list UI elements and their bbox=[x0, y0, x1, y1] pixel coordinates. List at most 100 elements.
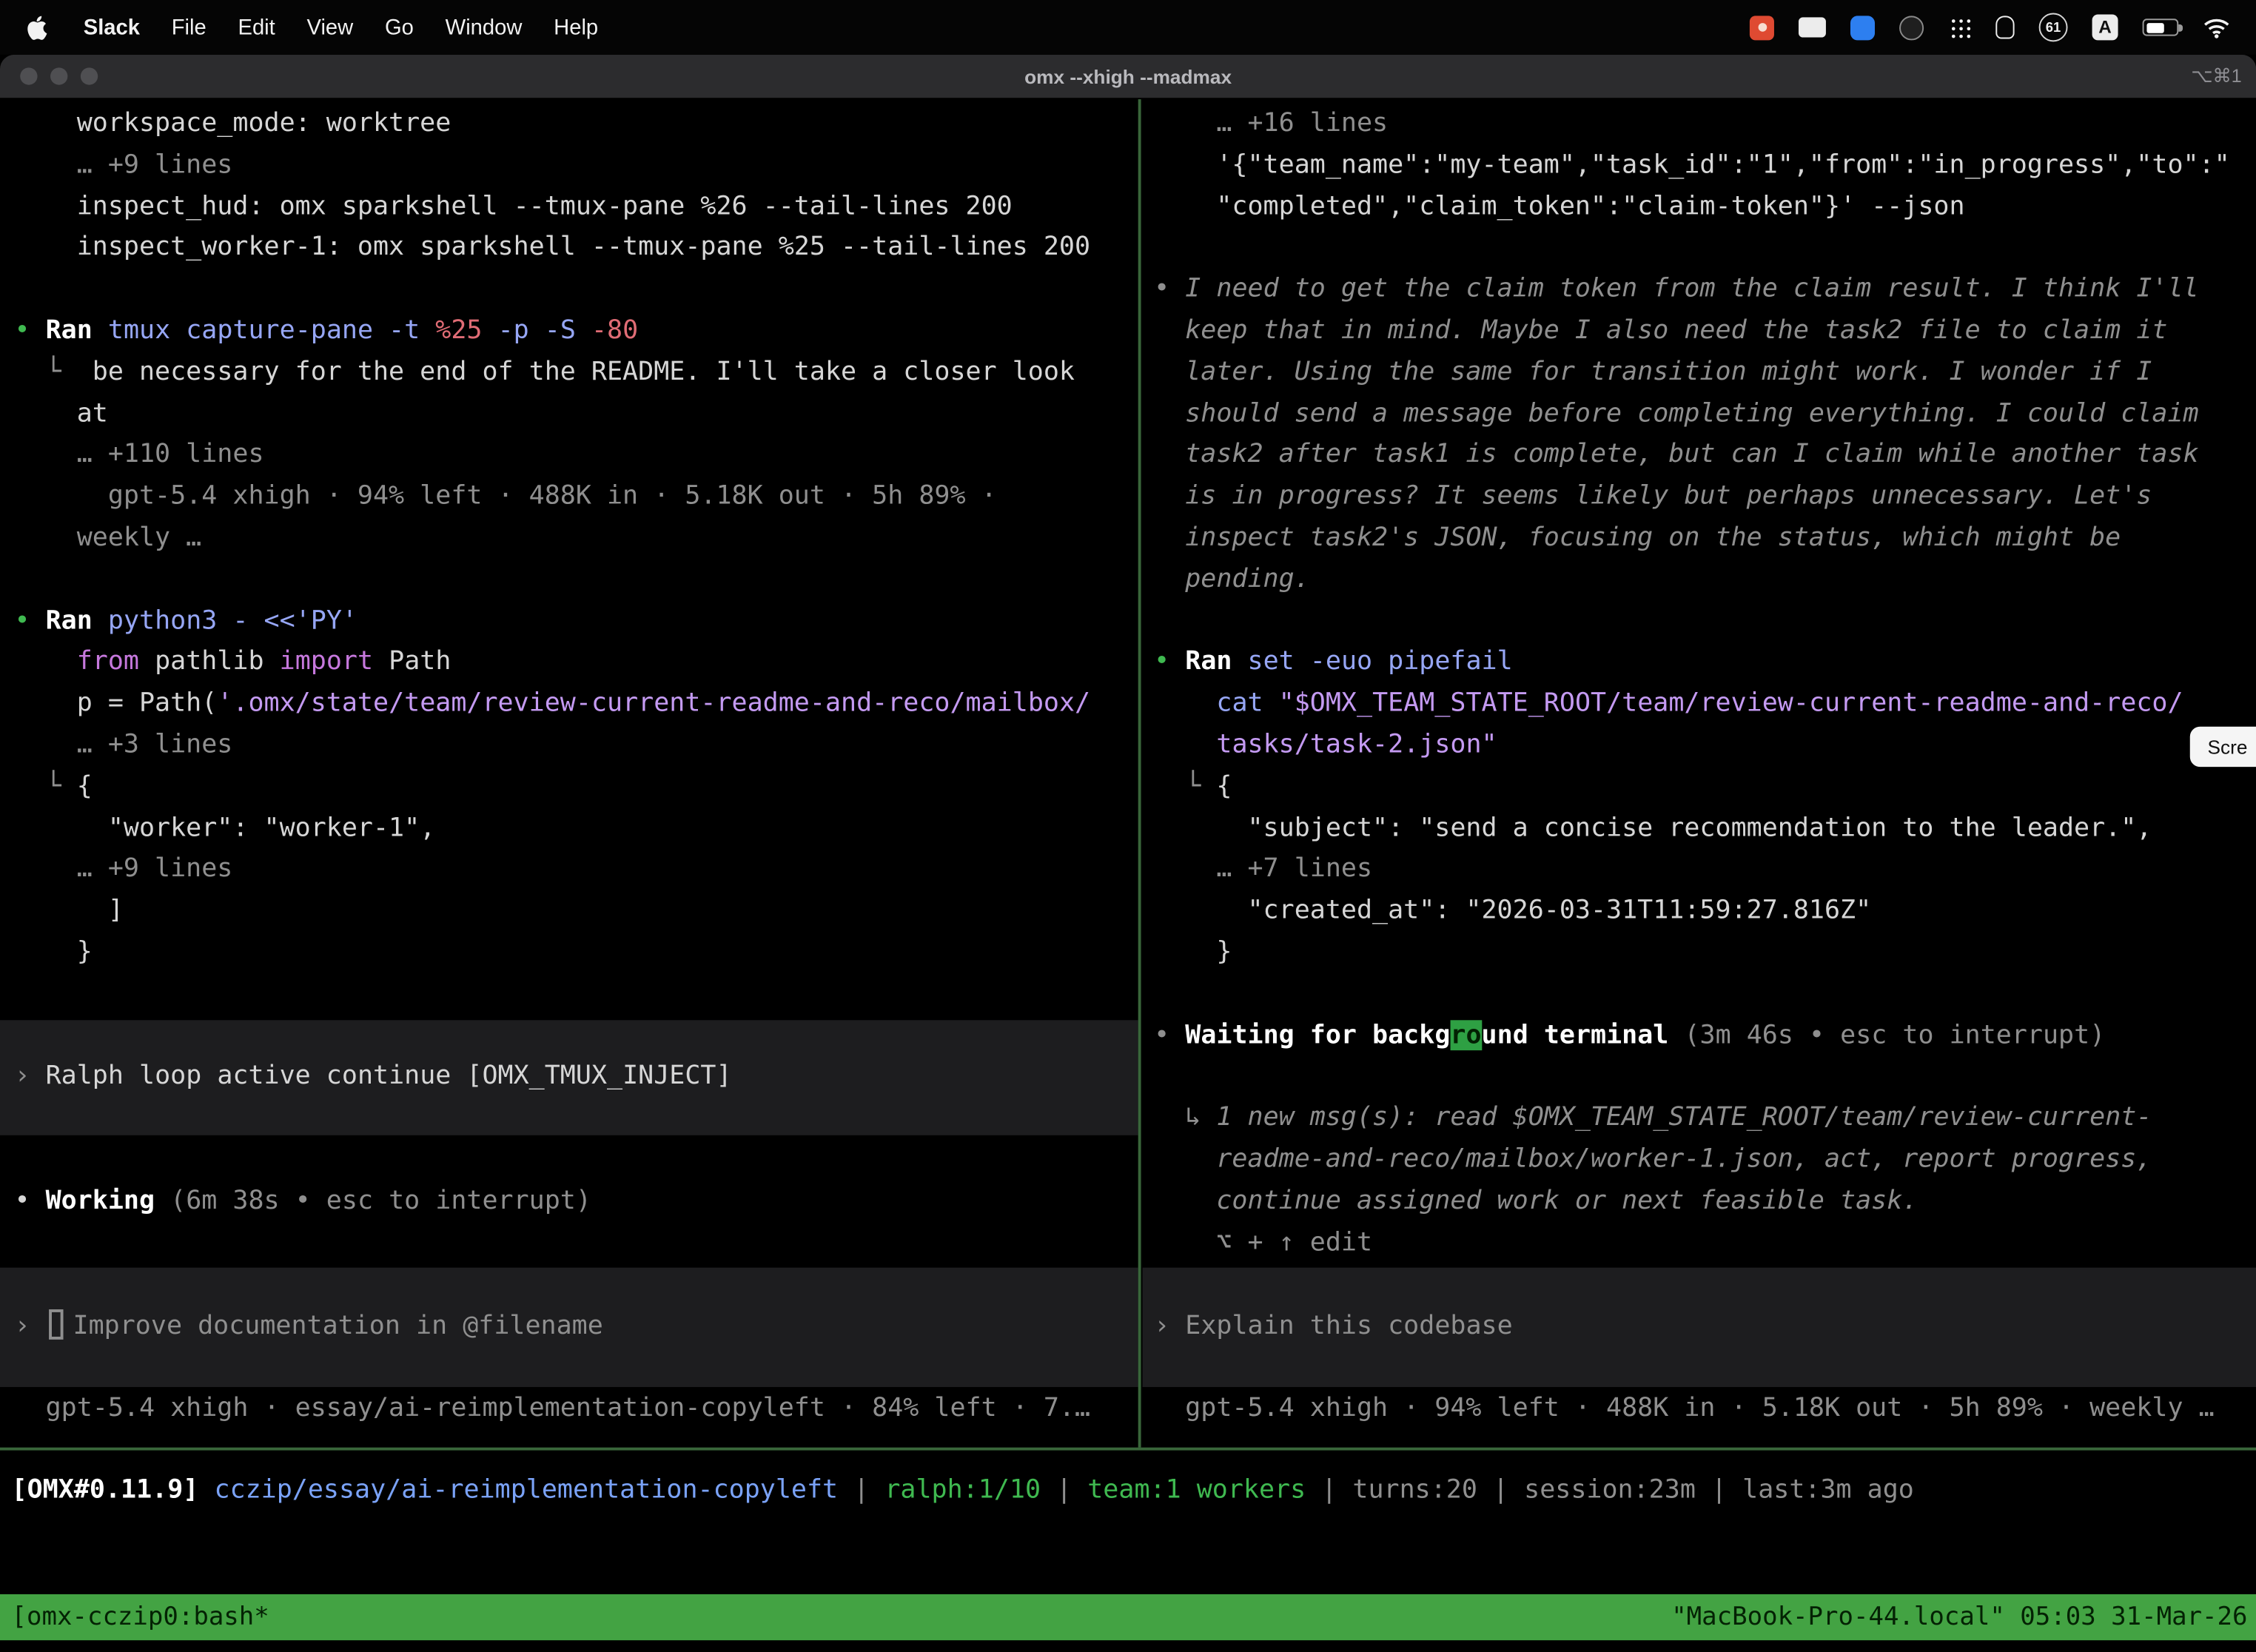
text-segment: › bbox=[1154, 1311, 1185, 1341]
left-model-footer: gpt-5.4 xhigh · essay/ai-reimplementatio… bbox=[0, 1389, 1138, 1430]
zoom-button[interactable] bbox=[81, 67, 98, 84]
terminal-line: "subject": "send a concise recommendatio… bbox=[1154, 808, 2256, 850]
terminal-line: should send a message before completing … bbox=[1154, 394, 2256, 435]
tmux-status-bar: [omx-cczip0:bash* "MacBook-Pro-44.local"… bbox=[0, 1594, 2256, 1640]
menu-item-file[interactable]: File bbox=[155, 15, 222, 39]
terminal-line: • Ran python3 - <<'PY' bbox=[14, 601, 1138, 642]
text-segment: be necessary for the end of the README. … bbox=[93, 357, 1075, 387]
terminal-line bbox=[1154, 1057, 2256, 1098]
blue-app-icon[interactable] bbox=[1850, 15, 1875, 39]
text-segment: Ran bbox=[46, 315, 108, 346]
app-grid-icon[interactable] bbox=[1948, 16, 1971, 38]
text-segment: "completed","claim_token":"claim-token"}… bbox=[1154, 191, 1965, 221]
battery-icon[interactable] bbox=[2143, 19, 2179, 36]
text-segment: "worker": "worker-1", bbox=[14, 812, 435, 842]
text-segment: team:1 workers bbox=[1087, 1475, 1306, 1505]
text-segment: python3 - <<'PY' bbox=[108, 605, 357, 636]
terminal-window: omx --xhigh --madmax ⌥⌘1 workspace_mode:… bbox=[0, 55, 2256, 1652]
terminal-line: [OMX#0.11.9] cczip/essay/ai-reimplementa… bbox=[12, 1471, 2256, 1512]
text-segment: tmux capture-pane -t bbox=[108, 315, 435, 346]
text-segment: › bbox=[14, 1061, 45, 1091]
tmux-host-clock: "MacBook-Pro-44.local" 05:03 31-Mar-26 bbox=[1671, 1603, 2247, 1632]
terminal-line: › Explain this codebase bbox=[1154, 1306, 2256, 1348]
apple-menu-icon[interactable] bbox=[17, 14, 67, 40]
wifi-icon[interactable] bbox=[2203, 16, 2230, 38]
text-segment: gpt-5.4 xhigh · essay/ai-reimplementatio… bbox=[14, 1393, 1090, 1423]
battery-percent-ring[interactable]: 61 bbox=[2039, 13, 2068, 41]
text-segment: session:23m bbox=[1524, 1475, 1696, 1505]
window-shortcut: ⌥⌘1 bbox=[2191, 64, 2241, 87]
terminal-line: … +7 lines bbox=[1154, 850, 2256, 891]
terminal-line: p = Path('.omx/state/team/review-current… bbox=[14, 684, 1138, 725]
left-composer-input[interactable]: › Improve documentation in @filename bbox=[0, 1268, 1138, 1387]
terminal-line: '{"team_name":"my-team","task_id":"1","f… bbox=[1154, 145, 2256, 187]
terminal-line: › Improve documentation in @filename bbox=[14, 1306, 1138, 1348]
text-segment: %25 bbox=[435, 315, 482, 346]
text-segment: pathlib bbox=[139, 647, 280, 677]
title-bar[interactable]: omx --xhigh --madmax ⌥⌘1 bbox=[0, 55, 2256, 99]
text-segment: Explain this codebase bbox=[1185, 1311, 1512, 1341]
screen-recording-indicator-icon[interactable] bbox=[1750, 15, 1774, 39]
terminal-line: ↳ 1 new msg(s): read $OMX_TEAM_STATE_ROO… bbox=[1154, 1098, 2256, 1140]
text-segment: … +9 lines bbox=[14, 150, 232, 180]
battery-percent-value: 61 bbox=[2046, 19, 2061, 35]
text-segment: • bbox=[1154, 1019, 1185, 1050]
text-segment bbox=[1154, 688, 1216, 719]
text-segment: (3m 46s • esc to interrupt) bbox=[1684, 1019, 2105, 1050]
terminal-line: ⌥ + ↑ edit bbox=[1154, 1222, 2256, 1263]
terminal-line: … +110 lines bbox=[14, 435, 1138, 477]
text-segment: inspect_hud: omx sparkshell --tmux-pane … bbox=[14, 191, 1012, 221]
text-segment: } bbox=[1154, 936, 1232, 967]
terminal-line: • Ran set -euo pipefail bbox=[1154, 642, 2256, 684]
text-segment: ⌥ + ↑ edit bbox=[1154, 1226, 1372, 1257]
text-segment: ] bbox=[14, 895, 123, 925]
pane-divider[interactable] bbox=[1138, 99, 1141, 1448]
keyboard-icon[interactable] bbox=[1799, 17, 1826, 37]
text-segment: | bbox=[1477, 1475, 1524, 1505]
terminal-line: └ { bbox=[1154, 767, 2256, 808]
minimize-button[interactable] bbox=[50, 67, 67, 84]
terminal-line: is in progress? It seems likely but perh… bbox=[1154, 477, 2256, 518]
close-button[interactable] bbox=[20, 67, 37, 84]
text-segment: set -euo pipefail bbox=[1248, 647, 1513, 677]
text-segment: is in progress? It seems likely but perh… bbox=[1154, 481, 2152, 511]
text-segment: … +7 lines bbox=[1154, 853, 1372, 884]
text-segment: • bbox=[14, 315, 45, 346]
dark-app-icon[interactable] bbox=[1899, 15, 1924, 39]
ollama-icon[interactable] bbox=[1995, 16, 2014, 38]
text-segment: └ bbox=[14, 357, 92, 387]
terminal-content: workspace_mode: worktree … +9 lines insp… bbox=[0, 99, 2256, 1652]
text-segment: workspace_mode: worktree bbox=[14, 108, 451, 138]
terminal-line bbox=[1154, 228, 2256, 269]
text-segment: 1 new msg(s): read $OMX_TEAM_STATE_ROOT/… bbox=[1216, 1102, 2152, 1132]
input-source-icon[interactable]: A bbox=[2092, 14, 2118, 40]
menu-item-window[interactable]: Window bbox=[429, 15, 537, 39]
terminal-line bbox=[14, 560, 1138, 601]
text-segment: "created_at": "2026-03-31T11:59:27.816Z" bbox=[1154, 895, 1871, 925]
text-segment: und terminal bbox=[1482, 1019, 1685, 1050]
menu-item-go[interactable]: Go bbox=[369, 15, 430, 39]
apple-logo-icon bbox=[26, 14, 47, 40]
tmux-pane-left[interactable]: workspace_mode: worktree … +9 lines insp… bbox=[0, 99, 1138, 1448]
text-segment: Working bbox=[46, 1186, 155, 1216]
menu-app-name[interactable]: Slack bbox=[67, 15, 155, 39]
right-composer-input[interactable]: › Explain this codebase bbox=[1143, 1268, 2256, 1387]
text-segment: | bbox=[1041, 1475, 1087, 1505]
terminal-line: gpt-5.4 xhigh · essay/ai-reimplementatio… bbox=[14, 1389, 1138, 1430]
terminal-line: gpt-5.4 xhigh · 94% left · 488K in · 5.1… bbox=[1154, 1389, 2256, 1430]
tmux-pane-right[interactable]: … +16 lines '{"team_name":"my-team","tas… bbox=[1143, 99, 2256, 1448]
menu-item-edit[interactable]: Edit bbox=[222, 15, 291, 39]
menu-item-view[interactable]: View bbox=[291, 15, 369, 39]
terminal-line: • Waiting for background terminal (3m 46… bbox=[1154, 1015, 2256, 1057]
text-segment: "subject": "send a concise recommendatio… bbox=[1154, 812, 2152, 842]
screen-capture-overlay[interactable]: Scre bbox=[2190, 727, 2256, 767]
text-segment: Waiting for backg bbox=[1185, 1019, 1450, 1050]
text-segment: • bbox=[1154, 647, 1185, 677]
text-segment: continue assigned work or next feasible … bbox=[1154, 1185, 1918, 1215]
text-segment: keep that in mind. Maybe I also need the… bbox=[1154, 315, 2167, 346]
text-segment: • bbox=[1154, 274, 1185, 304]
menu-item-help[interactable]: Help bbox=[538, 15, 614, 39]
terminal-line: readme-and-reco/mailbox/worker-1.json, a… bbox=[1154, 1139, 2256, 1181]
text-segment: Ran bbox=[46, 605, 108, 636]
ralph-loop-banner: › Ralph loop active continue [OMX_TMUX_I… bbox=[0, 1020, 1138, 1135]
